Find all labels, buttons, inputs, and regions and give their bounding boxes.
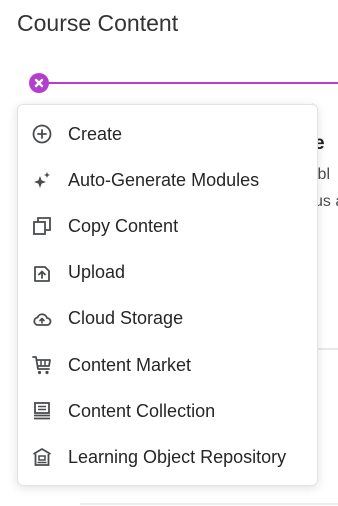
close-insert-button[interactable] <box>29 73 49 93</box>
close-icon <box>34 78 44 88</box>
repository-icon <box>31 446 53 468</box>
menu-item-label: Copy Content <box>68 215 179 236</box>
menu-item-label: Cloud Storage <box>68 308 184 329</box>
add-content-menu: Create Auto-Generate Modules Copy Conten… <box>17 104 318 486</box>
menu-item-label: Learning Object Repository <box>68 446 287 467</box>
menu-item-label: Upload <box>68 262 126 283</box>
menu-item-upload[interactable]: Upload <box>18 250 317 296</box>
menu-item-label: Create <box>68 123 123 144</box>
cloud-upload-icon <box>31 308 53 330</box>
sparkle-icon <box>31 169 53 191</box>
menu-item-label: Content Collection <box>68 400 216 421</box>
menu-item-content-market[interactable]: Content Market <box>18 342 317 388</box>
page-title: Course Content <box>17 10 179 36</box>
menu-item-label: Auto-Generate Modules <box>68 169 260 190</box>
menu-item-content-collection[interactable]: Content Collection <box>18 388 317 434</box>
background-divider <box>80 503 338 505</box>
menu-item-copy-content[interactable]: Copy Content <box>18 203 317 249</box>
copy-icon <box>31 215 53 237</box>
cart-icon <box>31 354 53 376</box>
insert-point-line <box>38 82 338 84</box>
collection-icon <box>31 400 53 422</box>
menu-item-learning-object-repository[interactable]: Learning Object Repository <box>18 434 317 480</box>
menu-item-label: Content Market <box>68 354 192 375</box>
menu-item-create[interactable]: Create <box>18 111 317 157</box>
menu-item-auto-generate-modules[interactable]: Auto-Generate Modules <box>18 157 317 203</box>
upload-icon <box>31 262 53 284</box>
plus-circle-icon <box>31 123 53 145</box>
menu-item-cloud-storage[interactable]: Cloud Storage <box>18 296 317 342</box>
